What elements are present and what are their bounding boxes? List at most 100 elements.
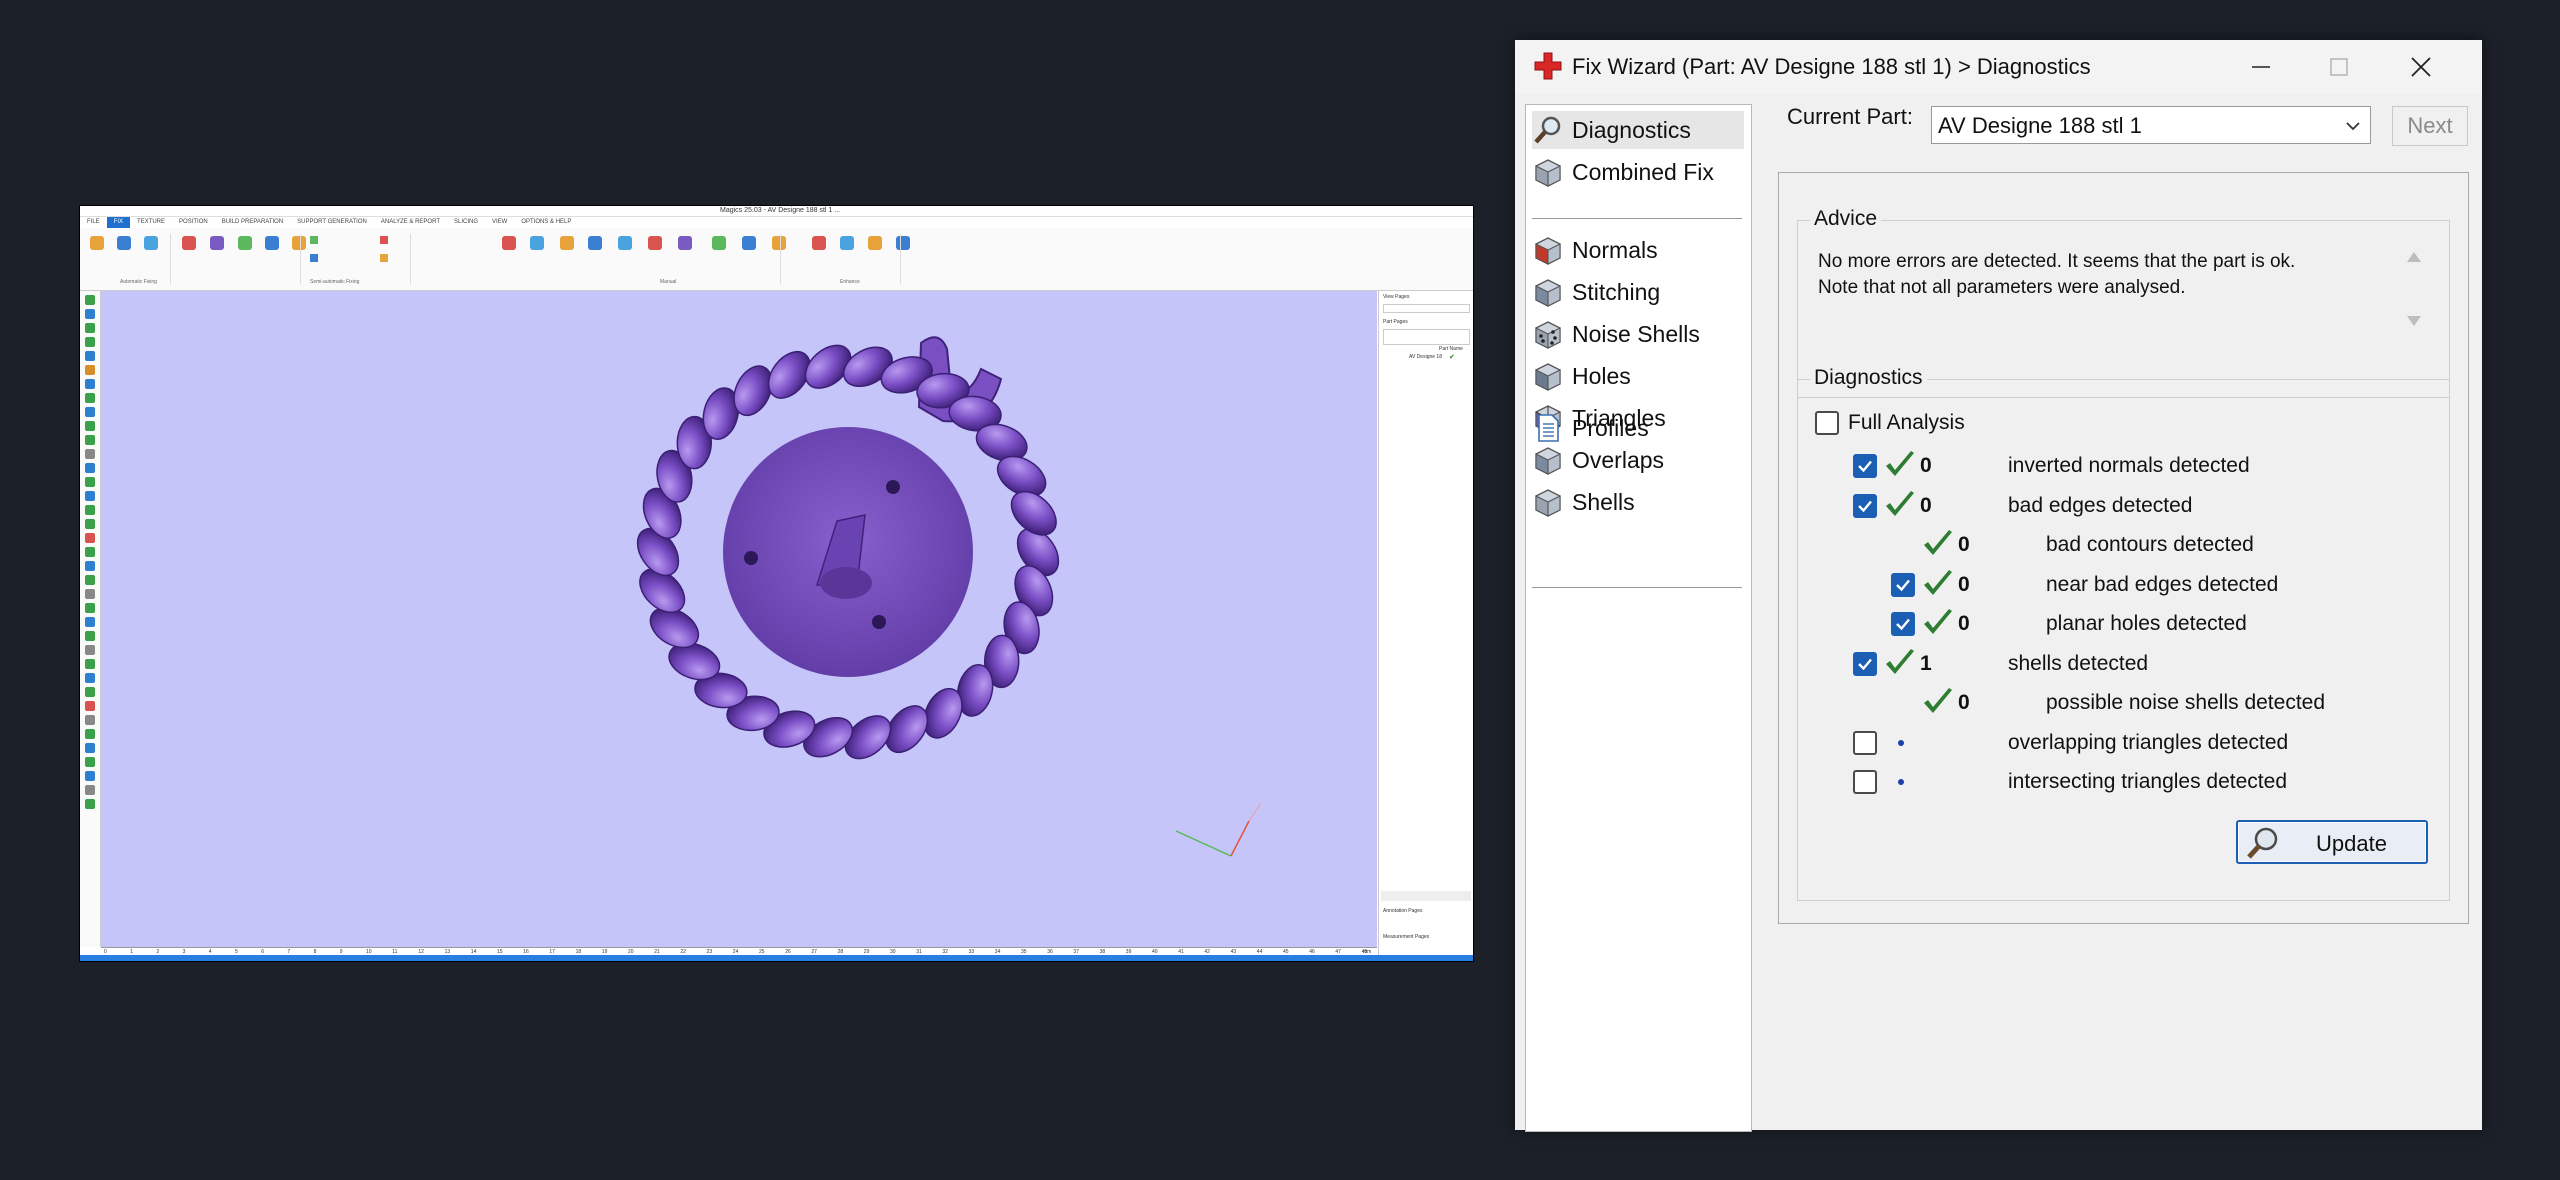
ribbon-tool-button[interactable] [646,236,664,266]
ribbon-tool-button[interactable] [740,236,758,266]
left-tool-icon[interactable] [85,365,95,375]
left-tool-icon[interactable] [85,491,95,501]
ribbon-mini-icon[interactable] [310,236,318,244]
sidebar-item-combined-fix[interactable]: Combined Fix [1532,153,1744,191]
left-tool-icon[interactable] [85,561,95,571]
magics-menu-tab[interactable]: OPTIONS & HELP [514,217,578,228]
sidebar-item-shells[interactable]: Shells [1532,483,1744,521]
sidebar-item-profiles[interactable]: Profiles [1532,409,1744,447]
left-tool-icon[interactable] [85,743,95,753]
left-tool-icon[interactable] [85,757,95,767]
magics-menu-tab[interactable]: SUPPORT GENERATION [290,217,374,228]
left-tool-icon[interactable] [85,799,95,809]
left-tool-icon[interactable] [85,631,95,641]
ribbon-tool-button[interactable] [810,236,828,266]
magics-menu-tab[interactable]: TEXTURE [130,217,172,228]
left-tool-icon[interactable] [85,477,95,487]
magics-menu-tab[interactable]: POSITION [172,217,215,228]
update-button[interactable]: Update [2236,820,2428,864]
left-tool-icon[interactable] [85,771,95,781]
left-tool-icon[interactable] [85,435,95,445]
left-tool-icon[interactable] [85,295,95,305]
left-tool-icon[interactable] [85,519,95,529]
magics-menu-tab[interactable]: FIX [106,217,131,228]
row-checkbox[interactable] [1853,493,1877,518]
sidebar-item-stitching[interactable]: Stitching [1532,273,1744,311]
ribbon-tool-button[interactable] [770,236,788,266]
ribbon-mini-icon[interactable] [380,236,388,244]
row-checkbox[interactable] [1853,730,1877,755]
sidebar-item-diagnostics[interactable]: Diagnostics [1532,111,1744,149]
ribbon-tool-button[interactable] [866,236,884,266]
left-tool-icon[interactable] [85,687,95,697]
left-tool-icon[interactable] [85,309,95,319]
left-tool-icon[interactable] [85,673,95,683]
left-tool-icon[interactable] [85,323,95,333]
row-checkbox[interactable] [1891,612,1915,636]
ribbon-tool-button[interactable] [894,236,912,266]
row-checkbox[interactable] [1853,454,1877,478]
left-tool-icon[interactable] [85,393,95,403]
left-tool-icon[interactable] [85,575,95,585]
left-tool-icon[interactable] [85,421,95,431]
magics-menu-tab[interactable]: VIEW [485,217,514,228]
left-tool-icon[interactable] [85,645,95,655]
sidebar-item-normals[interactable]: Normals [1532,231,1744,269]
ribbon-tool-button[interactable] [208,236,226,266]
row-checkbox[interactable] [1853,651,1877,676]
ribbon-tool-button[interactable] [676,236,694,266]
left-tool-icon[interactable] [85,337,95,347]
sidebar-item-noise-shells[interactable]: Noise Shells [1532,315,1744,353]
scroll-up-icon[interactable] [2405,249,2423,265]
ribbon-tool-button[interactable] [500,236,518,266]
maximize-button[interactable] [2311,46,2367,88]
sidebar-item-holes[interactable]: Holes [1532,357,1744,395]
left-tool-icon[interactable] [85,659,95,669]
left-tool-icon[interactable] [85,449,95,459]
left-tool-icon[interactable] [85,505,95,515]
scroll-down-icon[interactable] [2405,313,2423,329]
next-button[interactable]: Next [2392,106,2468,146]
current-part-select[interactable]: AV Designe 188 stl 1 [1931,106,2371,144]
ribbon-tool-button[interactable] [142,236,160,266]
left-tool-icon[interactable] [85,701,95,711]
left-tool-icon[interactable] [85,533,95,543]
left-tool-icon[interactable] [85,589,95,599]
row-checkbox[interactable] [1891,572,1915,597]
magics-menu-tab[interactable]: SLICING [447,217,485,228]
ribbon-tool-button[interactable] [236,236,254,266]
ribbon-tool-button[interactable] [263,236,281,266]
ribbon-tool-button[interactable] [586,236,604,266]
full-analysis-checkbox[interactable] [1815,411,1839,435]
ribbon-tool-button[interactable] [528,236,546,266]
ribbon-tool-button[interactable] [838,236,856,266]
magics-menu-tab[interactable]: FILE [80,217,107,228]
left-tool-icon[interactable] [85,785,95,795]
ribbon-tool-button[interactable] [616,236,634,266]
magics-menu-tab[interactable]: ANALYZE & REPORT [374,217,447,228]
left-tool-icon[interactable] [85,603,95,613]
ribbon-tool-button[interactable] [710,236,728,266]
ribbon-tool-button[interactable] [180,236,198,266]
close-button[interactable] [2393,46,2449,88]
row-checkbox[interactable] [1853,770,1877,794]
dialog-titlebar[interactable]: Fix Wizard (Part: AV Designe 188 stl 1) … [1515,40,2482,94]
left-tool-icon[interactable] [85,463,95,473]
ribbon-mini-icon[interactable] [380,254,388,262]
ribbon-tool-button[interactable] [290,236,308,266]
magics-3d-viewport[interactable] [101,291,1377,947]
ribbon-tool-button[interactable] [115,236,133,266]
minimize-button[interactable] [2233,46,2289,88]
ribbon-mini-icon[interactable] [310,254,318,262]
left-tool-icon[interactable] [85,617,95,627]
ribbon-tool-button[interactable] [558,236,576,266]
left-tool-icon[interactable] [85,379,95,389]
part-name-cell[interactable]: AV Designe 18 [1409,354,1442,360]
left-tool-icon[interactable] [85,407,95,417]
ribbon-tool-button[interactable] [88,236,106,266]
left-tool-icon[interactable] [85,547,95,557]
left-tool-icon[interactable] [85,715,95,725]
left-tool-icon[interactable] [85,351,95,361]
magics-menu-tab[interactable]: BUILD PREPARATION [215,217,290,228]
left-tool-icon[interactable] [85,729,95,739]
